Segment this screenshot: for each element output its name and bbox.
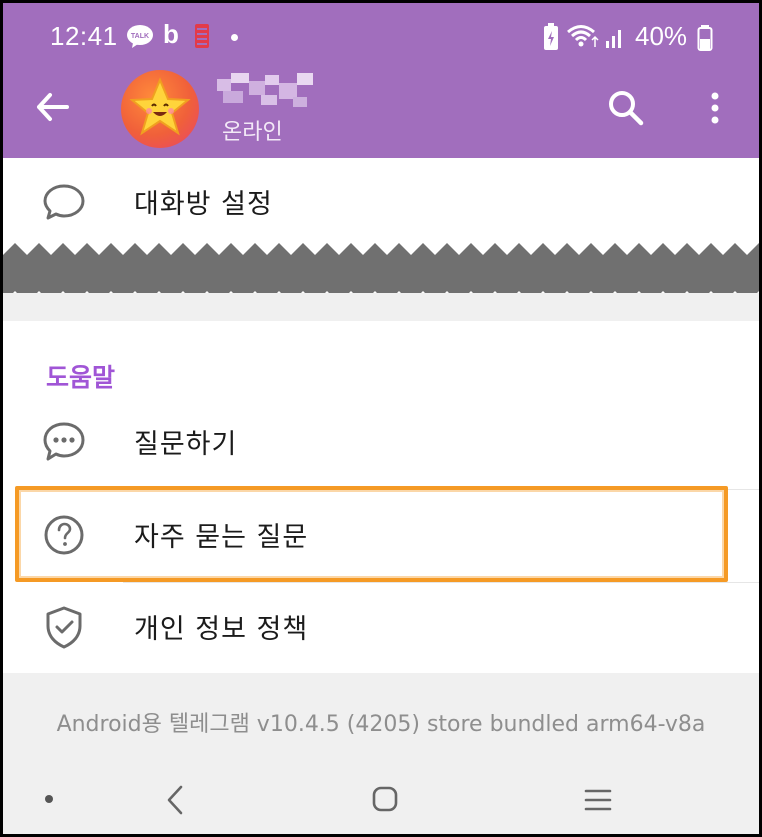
privacy-policy-row[interactable]: 개인 정보 정책	[3, 583, 759, 669]
nav-back-icon[interactable]	[163, 783, 187, 817]
nav-dot-icon	[45, 795, 53, 803]
question-circle-icon	[44, 515, 84, 555]
version-text: Android용 텔레그램 v10.4.5 (4205) store bundl…	[56, 712, 706, 737]
wifi-icon	[567, 25, 599, 47]
app-notification-icon	[195, 24, 209, 48]
faq-label: 자주 묻는 질문	[134, 522, 309, 553]
chat-status: 온라인	[222, 120, 283, 145]
back-arrow-icon[interactable]	[31, 85, 75, 129]
section-title-help: 도움말	[46, 363, 116, 392]
ask-question-label: 질문하기	[134, 429, 238, 460]
chat-dots-icon	[43, 422, 85, 461]
divider	[123, 489, 759, 490]
chat-settings-label: 대화방 설정	[134, 189, 273, 220]
faq-row[interactable]: 자주 묻는 질문	[3, 491, 759, 577]
header-bar: 12:41 TALK b 40% 온라인	[3, 3, 759, 158]
privacy-policy-label: 개인 정보 정책	[134, 614, 309, 645]
signal-icon	[606, 30, 621, 48]
avatar[interactable]	[121, 70, 199, 148]
chat-bubble-icon	[43, 184, 85, 220]
kakaotalk-icon: TALK	[127, 25, 153, 48]
more-options-icon[interactable]	[695, 85, 735, 131]
notification-dot	[231, 34, 238, 41]
shield-check-icon	[46, 606, 82, 649]
status-time: 12:41	[50, 21, 118, 51]
nav-home-icon[interactable]	[371, 785, 399, 813]
battery-percent: 40%	[635, 21, 688, 51]
chat-name-blurred	[217, 73, 313, 107]
telegram-chat-info-screen: 12:41 TALK b 40% 온라인 대화방 설정 도움말 질문하기 자주 …	[3, 3, 759, 834]
section-gap	[3, 293, 759, 321]
chat-settings-row[interactable]: 대화방 설정	[3, 158, 759, 244]
talk-badge-text: TALK	[131, 33, 149, 40]
battery-icon	[697, 25, 713, 51]
ask-question-row[interactable]: 질문하기	[3, 398, 759, 484]
star-face-icon	[129, 77, 191, 136]
search-icon[interactable]	[603, 85, 649, 131]
nav-recent-apps-icon[interactable]	[583, 787, 613, 813]
status-bar: 12:41 TALK b 40%	[3, 3, 759, 71]
bing-icon: b	[163, 19, 179, 49]
battery-saver-icon	[544, 23, 558, 50]
